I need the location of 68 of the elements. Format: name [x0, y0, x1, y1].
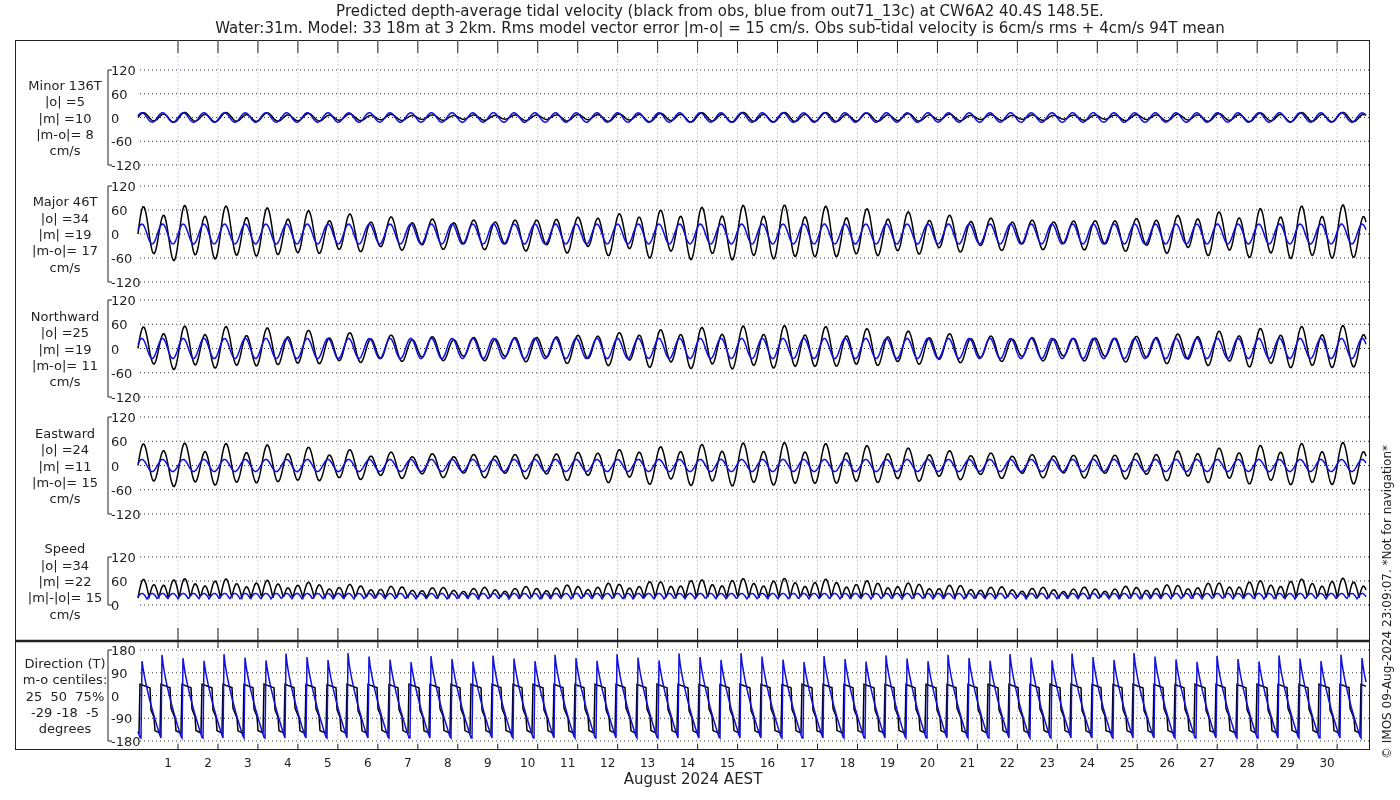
credit-text: © IMOS 09-Aug-2024 23:09:07. *Not for navigation*	[1380, 444, 1394, 760]
axis-tick-label: 8	[443, 756, 452, 770]
axis-tick-label: -60	[111, 251, 133, 266]
axis-tick-label: 18	[839, 756, 856, 770]
axis-tick-label: 23	[1039, 756, 1055, 770]
axis-tick-label: -60	[111, 365, 133, 381]
axis-tick-label: 22	[999, 756, 1015, 770]
axis-tick-label: 29	[1279, 756, 1295, 770]
axis-tick-label: 4	[284, 756, 292, 770]
axis-tick-label: -120	[111, 275, 141, 290]
axis-tick-label: -180	[111, 734, 141, 749]
axis-tick-label: 120	[111, 63, 136, 78]
axis-tick-label: 60	[111, 434, 128, 450]
chart-title: Water:31m. Model: 33 18m at 3 2km. Rms model vector error |m-o| = 15 cm/s. Obs sub-tidal velocity is 6cm/s rms + 4cm/s 94T mean	[215, 19, 1225, 37]
axis-tick-label: 9	[483, 756, 492, 770]
axis-tick-label: 24	[1079, 756, 1095, 770]
axis-tick-label: 0	[111, 110, 120, 126]
axis-tick-label: 20	[919, 756, 936, 770]
axis-tick-label: 60	[111, 86, 128, 102]
axis-tick-label: -90	[111, 711, 133, 727]
axis-tick-label: 0	[111, 688, 120, 704]
axis-tick-label: 30	[1319, 756, 1335, 770]
axis-tick-label: 0	[111, 598, 120, 613]
panel-label: Eastward |o| =24 |m| =11 |m-o|= 15 cm/s	[32, 425, 98, 507]
axis-tick-label: 25	[1119, 756, 1135, 770]
panel-label: Northward |o| =25 |m| =19 |m-o|= 11 cm/s	[30, 308, 100, 390]
axis-tick-label: -120	[111, 158, 141, 173]
axis-tick-label: 2	[204, 756, 212, 770]
axis-tick-label: 120	[111, 293, 136, 308]
axis-tick-label: 27	[1199, 756, 1215, 770]
axis-tick-label: 1	[164, 756, 172, 770]
axis-tick-label: -60	[111, 134, 133, 150]
axis-tick-label: 15	[719, 756, 736, 770]
panel-label: Major 46T |o| =34 |m| =19 |m-o|= 17 cm/s	[32, 194, 98, 275]
axis-tick-label: 5	[324, 756, 332, 770]
axis-tick-label: 120	[111, 410, 136, 425]
axis-tick-label: 16	[759, 756, 776, 770]
axis-tick-label: -120	[111, 390, 141, 405]
axis-tick-label: 90	[111, 665, 128, 681]
axis-tick-label: 12	[600, 756, 616, 770]
axis-tick-label: 21	[959, 756, 976, 770]
axis-tick-label: 13	[640, 756, 656, 770]
axis-tick-label: 120	[111, 179, 136, 194]
axis-tick-label: 120	[111, 550, 136, 565]
axis-tick-label: 7	[404, 756, 412, 770]
axis-tick-label: 10	[520, 756, 536, 770]
axis-tick-label: 11	[560, 756, 576, 770]
axis-tick-label: 60	[111, 203, 128, 218]
axis-tick-label: 19	[879, 756, 896, 770]
axis-tick-label: 3	[244, 756, 252, 770]
axis-tick-label: 17	[799, 756, 816, 770]
axis-tick-label: 60	[111, 574, 128, 589]
panel-label: Minor 136T |o| =5 |m| =10 |m-o|= 8 cm/s	[28, 77, 102, 159]
axis-tick-label: 26	[1159, 756, 1175, 770]
axis-tick-label: 28	[1239, 756, 1255, 770]
axis-tick-label: 0	[111, 458, 120, 474]
axis-tick-label: -60	[111, 482, 133, 498]
axis-tick-label: -120	[111, 507, 141, 522]
axis-tick-label: 180	[111, 643, 136, 658]
chart-title: Predicted depth-average tidal velocity (black from obs, blue from out71_13c) at CW6A2 40.4S 148.5E.	[336, 2, 1104, 20]
axis-tick-label: 0	[111, 341, 120, 357]
panel-label: Speed |o| =34 |m| =22 |m|-|o|= 15 cm/s	[27, 541, 103, 622]
panel-label: Direction (T) m-o centiles: 25 50 75% -29 -18 -5 degrees	[22, 655, 108, 737]
axis-tick-label: 14	[679, 756, 696, 770]
axis-tick-label: 6	[364, 756, 372, 770]
axis-title: August 2024 AEST	[623, 770, 763, 788]
axis-tick-label: 60	[111, 317, 128, 333]
axis-tick-label: 0	[111, 227, 120, 242]
